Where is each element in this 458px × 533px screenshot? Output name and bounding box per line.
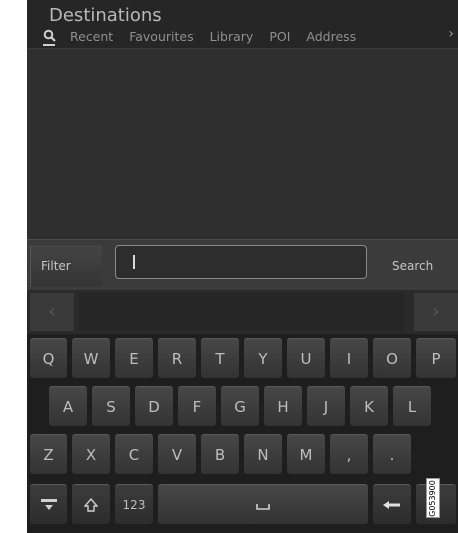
key-p[interactable]: P xyxy=(416,338,456,378)
hide-keyboard-button[interactable] xyxy=(30,484,67,524)
text-cursor xyxy=(133,255,135,269)
key-k[interactable]: K xyxy=(350,386,388,426)
key-w[interactable]: W xyxy=(72,338,110,378)
keyboard-hide-icon xyxy=(40,499,57,510)
key-c[interactable]: C xyxy=(115,434,153,474)
results-area xyxy=(27,49,458,239)
key-q[interactable]: Q xyxy=(30,338,67,378)
suggestion-strip xyxy=(79,293,404,331)
key-i[interactable]: I xyxy=(330,338,368,378)
space-bar[interactable] xyxy=(158,484,368,524)
shift-button[interactable] xyxy=(72,484,110,524)
chevron-right-icon[interactable]: › xyxy=(448,26,454,42)
image-code: G053900 xyxy=(426,478,440,518)
on-screen-keyboard: Q W E R T Y U I O P A S D F G H J K L Z … xyxy=(27,334,458,533)
key-d[interactable]: D xyxy=(135,386,173,426)
backspace-icon xyxy=(383,501,400,509)
key-l[interactable]: L xyxy=(393,386,431,426)
key-t[interactable]: T xyxy=(201,338,239,378)
search-button[interactable]: Search xyxy=(390,245,458,287)
key-o[interactable]: O xyxy=(373,338,411,378)
tab-poi[interactable]: POI xyxy=(269,29,290,44)
key-n[interactable]: N xyxy=(244,434,282,474)
tab-search[interactable] xyxy=(43,28,57,46)
key-z[interactable]: Z xyxy=(30,434,67,474)
active-tab-indicator xyxy=(43,44,55,46)
page-title: Destinations xyxy=(49,5,162,26)
key-u[interactable]: U xyxy=(287,338,325,378)
suggestion-row: ‹ › xyxy=(27,290,458,334)
key-s[interactable]: S xyxy=(92,386,130,426)
navigation-screen: Destinations Recent Favourites Library P… xyxy=(27,0,458,533)
header: Destinations Recent Favourites Library P… xyxy=(27,0,458,49)
key-b[interactable]: B xyxy=(201,434,239,474)
numbers-button[interactable]: 123 xyxy=(115,484,153,524)
image-code-label: G053900 xyxy=(427,480,437,517)
key-comma[interactable]: , xyxy=(330,434,368,474)
search-icon xyxy=(43,29,56,42)
search-input[interactable] xyxy=(115,245,367,279)
key-f[interactable]: F xyxy=(178,386,216,426)
filter-button[interactable]: Filter xyxy=(30,245,102,287)
tab-address[interactable]: Address xyxy=(306,29,356,44)
tab-library[interactable]: Library xyxy=(210,29,254,44)
shift-icon xyxy=(83,497,99,512)
chevron-right-icon[interactable]: › xyxy=(414,293,458,331)
key-e[interactable]: E xyxy=(115,338,153,378)
key-period[interactable]: . xyxy=(373,434,411,474)
key-v[interactable]: V xyxy=(158,434,196,474)
backspace-button[interactable] xyxy=(373,484,411,524)
tab-favourites[interactable]: Favourites xyxy=(129,29,193,44)
key-g[interactable]: G xyxy=(221,386,259,426)
key-m[interactable]: M xyxy=(287,434,325,474)
search-row: Filter Search xyxy=(27,239,458,291)
key-h[interactable]: H xyxy=(264,386,302,426)
chevron-left-icon[interactable]: ‹ xyxy=(30,293,74,331)
key-a[interactable]: A xyxy=(49,386,87,426)
key-x[interactable]: X xyxy=(72,434,110,474)
space-icon xyxy=(256,504,270,510)
key-j[interactable]: J xyxy=(307,386,345,426)
tab-bar: Recent Favourites Library POI Address xyxy=(43,27,372,46)
key-r[interactable]: R xyxy=(158,338,196,378)
key-y[interactable]: Y xyxy=(244,338,282,378)
tab-recent[interactable]: Recent xyxy=(70,29,113,44)
